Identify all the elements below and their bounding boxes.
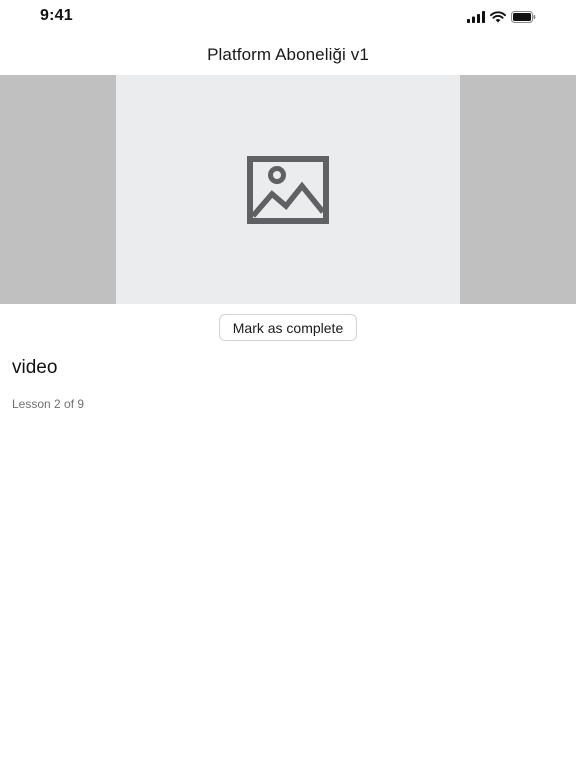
lesson-screen: 9:41 Platform Aboneliği v1 Mark as compl… [0, 0, 576, 768]
lesson-title: video [12, 357, 58, 378]
image-placeholder-icon [247, 155, 329, 224]
page-title: Platform Aboneliği v1 [207, 44, 369, 64]
lesson-progress: Lesson 2 of 9 [12, 397, 85, 411]
status-bar: 9:41 [0, 0, 576, 34]
signal-icon [467, 11, 485, 23]
wifi-icon [490, 11, 506, 23]
status-time: 9:41 [40, 7, 73, 24]
video-player[interactable] [0, 75, 576, 304]
mark-complete-button[interactable]: Mark as complete [218, 314, 358, 341]
status-icons [467, 10, 536, 24]
complete-row: Mark as complete [0, 314, 576, 341]
navigation-bar: Platform Aboneliği v1 [0, 34, 576, 75]
battery-icon [511, 11, 536, 23]
video-thumbnail[interactable] [116, 75, 460, 304]
